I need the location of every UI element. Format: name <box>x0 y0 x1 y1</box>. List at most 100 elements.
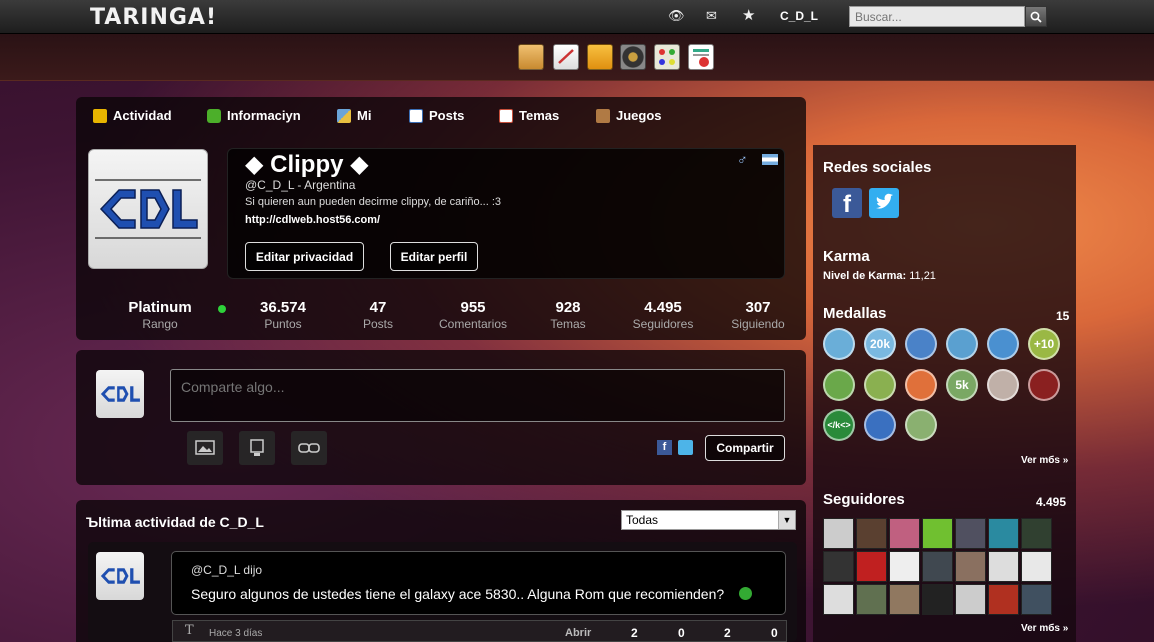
share-count[interactable]: 0 <box>771 626 778 640</box>
juegos-icon <box>596 108 610 123</box>
follower-avatar[interactable] <box>823 551 854 582</box>
follower-avatar[interactable] <box>955 584 986 615</box>
stat-comentarios[interactable]: 955 Comentarios <box>423 299 523 331</box>
open-link[interactable]: Abrir <box>565 627 591 639</box>
edit-privacy-button[interactable]: Editar privacidad <box>245 242 364 271</box>
avatar[interactable] <box>88 149 208 269</box>
stat-puntos: 36.574 Puntos <box>260 299 306 331</box>
medals-more-link[interactable]: Ver mбs » <box>1021 455 1068 466</box>
follower-avatar[interactable] <box>856 584 887 615</box>
medal-11[interactable] <box>987 369 1019 401</box>
follower-avatar[interactable] <box>922 551 953 582</box>
follower-avatar[interactable] <box>1021 551 1052 582</box>
share-button[interactable]: Compartir <box>705 435 785 461</box>
share-input[interactable] <box>170 369 785 422</box>
search-button[interactable] <box>1025 6 1047 27</box>
notepad-icon[interactable] <box>553 44 579 70</box>
attach-video-button[interactable] <box>239 431 275 465</box>
medal-5[interactable] <box>987 328 1019 360</box>
follower-avatar[interactable] <box>988 551 1019 582</box>
tab-mi[interactable]: Mi <box>337 108 371 123</box>
activity-avatar[interactable] <box>96 552 144 600</box>
stat-siguiendo[interactable]: 307 Siguiendo <box>708 299 808 331</box>
text-type-icon: T <box>185 623 194 638</box>
medal-7[interactable] <box>823 369 855 401</box>
facebook-share-icon[interactable]: f <box>657 440 672 455</box>
medal-6[interactable]: +10 <box>1028 328 1060 360</box>
medal-3[interactable] <box>905 328 937 360</box>
medals-title: Medallas <box>823 305 887 322</box>
stat-temas[interactable]: 928 Temas <box>518 299 618 331</box>
profile-name: ◆ Clippy ◆ <box>245 151 369 178</box>
follower-avatar[interactable] <box>922 518 953 549</box>
post-author[interactable]: @C_D_L dijo <box>191 563 262 577</box>
activity-filter-select[interactable]: Todas ▼ <box>621 510 796 530</box>
medal-9[interactable] <box>905 369 937 401</box>
comment-count[interactable]: 2 <box>724 626 731 640</box>
dislike-count[interactable]: 0 <box>678 626 685 640</box>
follower-avatar[interactable] <box>988 518 1019 549</box>
tab-actividad[interactable]: Actividad <box>93 108 172 123</box>
medal-10[interactable]: 5k <box>946 369 978 401</box>
community-icon[interactable] <box>587 44 613 70</box>
follower-avatar[interactable] <box>856 551 887 582</box>
twitter-icon[interactable] <box>869 188 899 218</box>
star-icon[interactable]: ★ <box>742 6 755 24</box>
follower-avatar[interactable] <box>823 518 854 549</box>
stat-seguidores[interactable]: 4.495 Seguidores <box>613 299 713 331</box>
profile-url[interactable]: http://cdlweb.host56.com/ <box>245 214 380 226</box>
link-icon <box>298 443 320 453</box>
medal-2[interactable]: 20k <box>864 328 896 360</box>
music-icon[interactable] <box>620 44 646 70</box>
tab-informacion[interactable]: Informaciyn <box>207 108 301 123</box>
follower-avatar[interactable] <box>856 518 887 549</box>
stats-icon[interactable] <box>688 44 714 70</box>
stat-posts[interactable]: 47 Posts <box>328 299 428 331</box>
edit-profile-button[interactable]: Editar perfil <box>390 242 478 271</box>
user-menu[interactable]: C_D_L <box>780 9 818 23</box>
top-bar: TARINGA! 👁 ✉ ★ C_D_L <box>0 0 1154 34</box>
medal-12[interactable] <box>1028 369 1060 401</box>
avatar-small[interactable] <box>96 370 144 418</box>
followers-count: 4.495 <box>1036 495 1067 509</box>
medal-4[interactable] <box>946 328 978 360</box>
karma-title: Karma <box>823 248 870 265</box>
chevron-down-icon: ▼ <box>778 511 795 529</box>
follower-avatar[interactable] <box>889 584 920 615</box>
followers-title: Seguidores <box>823 491 905 508</box>
search-input[interactable] <box>849 6 1025 27</box>
follower-avatar[interactable] <box>889 551 920 582</box>
mail-icon[interactable]: ✉ <box>706 8 717 24</box>
taringa-logo[interactable]: TARINGA! <box>90 5 217 30</box>
like-count[interactable]: 2 <box>631 626 638 640</box>
follower-avatar[interactable] <box>988 584 1019 615</box>
apps-bar <box>0 34 1154 81</box>
tab-juegos[interactable]: Juegos <box>596 108 662 123</box>
follower-avatar[interactable] <box>955 551 986 582</box>
followers-more-link[interactable]: Ver mбs » <box>1021 623 1068 634</box>
tab-temas[interactable]: Temas <box>499 108 559 123</box>
social-title: Redes sociales <box>823 159 932 176</box>
follower-avatar[interactable] <box>955 518 986 549</box>
tab-posts[interactable]: Posts <box>409 108 464 123</box>
video-icon <box>250 439 264 456</box>
games-icon[interactable] <box>654 44 680 70</box>
attach-image-button[interactable] <box>187 431 223 465</box>
home-icon[interactable] <box>518 44 544 70</box>
follower-avatar[interactable] <box>1021 584 1052 615</box>
medal-14[interactable] <box>864 409 896 441</box>
search-icon <box>1030 11 1042 23</box>
medal-13[interactable]: </k<> <box>823 409 855 441</box>
follower-avatar[interactable] <box>889 518 920 549</box>
medals-count: 15 <box>1056 309 1070 323</box>
attach-link-button[interactable] <box>291 431 327 465</box>
medal-15[interactable] <box>905 409 937 441</box>
medal-1[interactable] <box>823 328 855 360</box>
follower-avatar[interactable] <box>823 584 854 615</box>
twitter-share-icon[interactable] <box>678 440 693 455</box>
follower-avatar[interactable] <box>1021 518 1052 549</box>
facebook-icon[interactable]: f <box>832 188 862 218</box>
medal-8[interactable] <box>864 369 896 401</box>
eye-icon[interactable]: 👁 <box>668 8 685 24</box>
follower-avatar[interactable] <box>922 584 953 615</box>
